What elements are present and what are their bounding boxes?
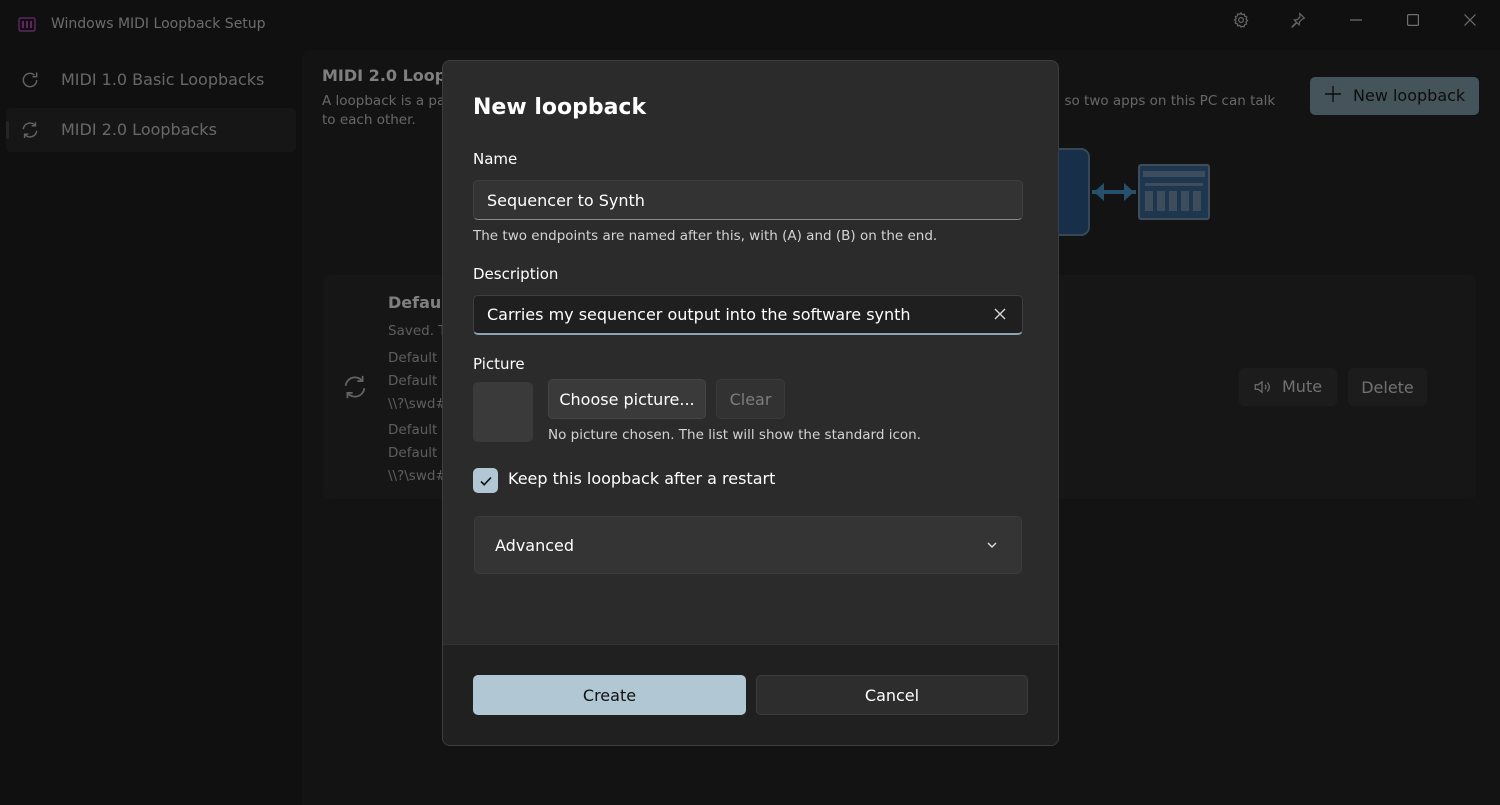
advanced-expander[interactable]: Advanced [474,516,1022,574]
name-input[interactable] [473,180,1023,220]
name-label: Name [473,150,518,168]
create-button[interactable]: Create [473,675,746,715]
cancel-button[interactable]: Cancel [756,675,1028,715]
clear-picture-button[interactable]: Clear [716,379,785,419]
keep-loopback-label[interactable]: Keep this loopback after a restart [508,469,775,488]
name-help-text: The two endpoints are named after this, … [473,228,938,244]
description-label: Description [473,265,559,283]
advanced-label: Advanced [495,536,575,555]
dialog-title: New loopback [473,95,647,120]
keep-loopback-checkbox[interactable] [473,468,498,493]
description-input[interactable] [473,295,1023,335]
choose-picture-button[interactable]: Choose picture... [548,379,706,419]
picture-preview [473,382,533,442]
picture-help-text: No picture chosen. The list will show th… [548,427,921,443]
chevron-down-icon [987,542,997,548]
new-loopback-dialog: New loopback Name The two endpoints are … [442,60,1059,746]
clear-text-icon[interactable] [992,306,1008,322]
checkmark-icon [479,476,492,486]
picture-label: Picture [473,355,525,373]
